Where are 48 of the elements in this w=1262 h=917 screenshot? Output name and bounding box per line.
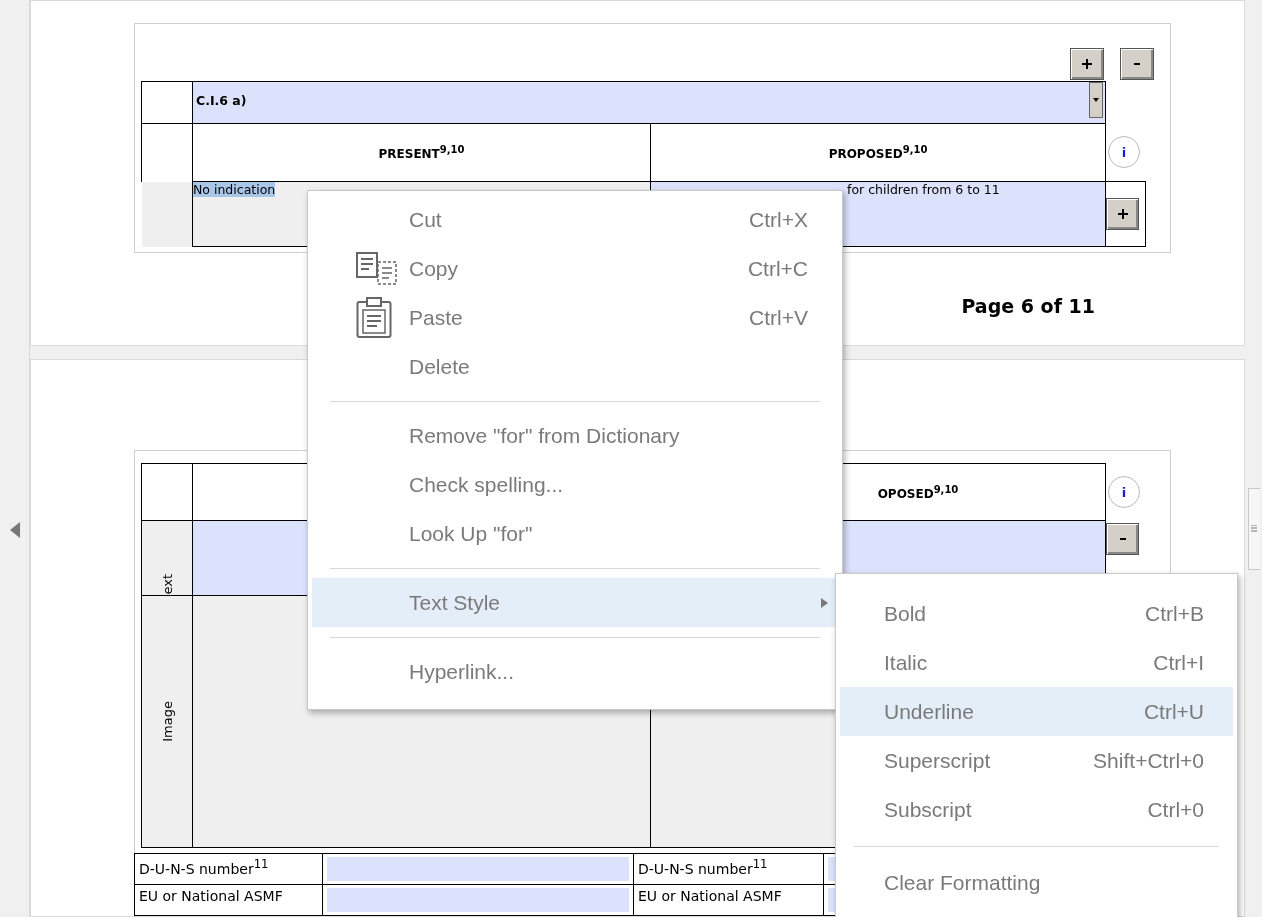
menu-item[interactable]: Superscript Shift+Ctrl+0: [840, 736, 1233, 785]
shortcut-label: Shift+Ctrl+0: [1093, 748, 1204, 773]
menu-item[interactable]: Underline Ctrl+U: [840, 687, 1233, 736]
plus-icon: [1082, 59, 1092, 69]
field-label: EU or National ASMF: [633, 884, 824, 916]
section-dropdown[interactable]: C.I.6 a): [192, 81, 1106, 124]
column-header: PROPOSED$^{9,10}$: [650, 123, 1106, 182]
column-header: PRESENT$^{9,10}$: [192, 123, 651, 182]
add-button[interactable]: [1106, 198, 1139, 230]
info-button[interactable]: i: [1108, 476, 1140, 508]
remove-button[interactable]: [1120, 48, 1154, 80]
page-number: Page 6 of 11: [961, 295, 1095, 317]
shortcut-label: Ctrl+B: [1145, 601, 1204, 626]
info-button[interactable]: i: [1108, 136, 1140, 169]
shortcut-label: Ctrl+X: [749, 207, 808, 232]
field-label: D-U-N-S number$^{11}$: [134, 853, 323, 885]
menu-item[interactable]: Delete: [312, 342, 838, 391]
menu-item[interactable]: Remove "for" from Dictionary: [312, 411, 838, 460]
shortcut-label: Ctrl+V: [749, 305, 808, 330]
menu-item[interactable]: Copy Ctrl+C: [312, 244, 838, 293]
add-button[interactable]: [1070, 48, 1104, 80]
minus-icon: [1119, 537, 1126, 540]
field-label: EU or National ASMF: [134, 884, 323, 916]
menu-item[interactable]: Bold Ctrl+B: [840, 589, 1233, 638]
menu-item[interactable]: Hyperlink...: [312, 647, 838, 696]
copy-icon: [356, 251, 398, 286]
plus-icon: [1117, 209, 1128, 219]
minus-icon: [1134, 63, 1140, 65]
shortcut-label: Ctrl+C: [747, 256, 808, 281]
menu-item[interactable]: Paste Ctrl+V: [312, 293, 838, 342]
menu-item[interactable]: Text Style: [312, 578, 838, 627]
row-label: ext: [159, 574, 175, 595]
scroll-handle[interactable]: [1247, 488, 1260, 570]
caret-icon: [1093, 98, 1099, 102]
remove-button[interactable]: [1106, 522, 1139, 555]
menu-item[interactable]: Italic Ctrl+I: [840, 638, 1233, 687]
input-field[interactable]: [327, 888, 629, 912]
collapse-arrow-icon[interactable]: [9, 522, 20, 538]
menu-item[interactable]: Subscript Ctrl+0: [840, 785, 1233, 834]
shortcut-label: Ctrl+0: [1147, 797, 1204, 822]
clipboard-icon: [356, 296, 392, 339]
input-field[interactable]: [327, 857, 629, 881]
menu-item[interactable]: Clear Formatting: [840, 858, 1233, 907]
row-label: Image: [159, 701, 175, 742]
shortcut-label: Ctrl+U: [1143, 699, 1204, 724]
submenu-arrow-icon: [821, 597, 828, 608]
field-label: D-U-N-S number$^{11}$: [633, 853, 824, 885]
shortcut-label: Ctrl+I: [1153, 650, 1204, 675]
